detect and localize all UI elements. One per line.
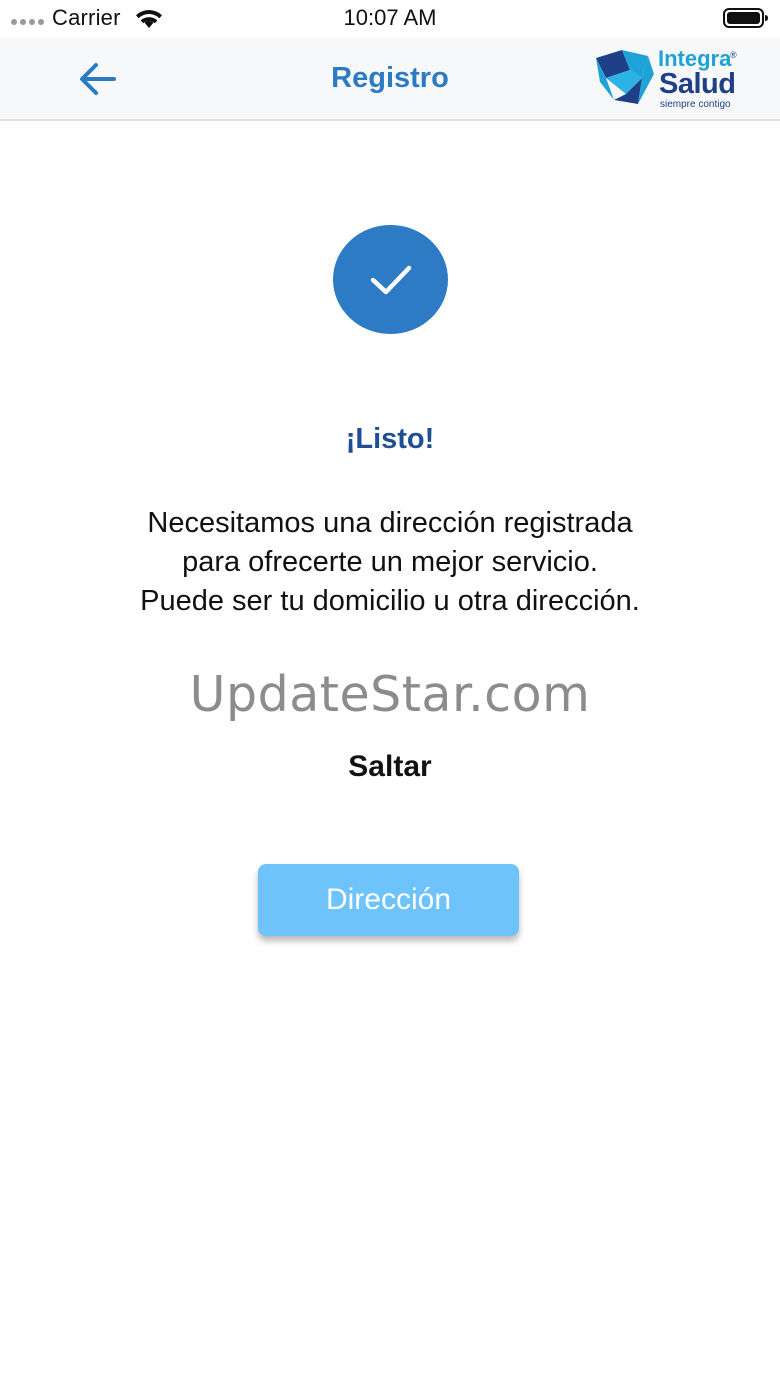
message-line: Puede ser tu domicilio u otra dirección.: [140, 585, 640, 617]
status-bar: Carrier 10:07 AM: [0, 0, 780, 38]
logo-registered-mark: ®: [730, 50, 737, 60]
brand-logo: Integra ® Salud siempre contigo: [592, 46, 742, 112]
address-message: Necesitamos una dirección registrada par…: [60, 504, 720, 621]
message-line: para ofrecerte un mejor servicio.: [182, 546, 598, 578]
watermark-text: UpdateStar.com: [189, 666, 591, 723]
skip-link[interactable]: Saltar: [290, 750, 490, 784]
logo-word-salud: Salud: [659, 68, 736, 100]
message-line: Necesitamos una dirección registrada: [147, 507, 633, 539]
status-time: 10:07 AM: [343, 5, 437, 30]
navigation-bar: Registro Integra ® Salud siempre contigo: [0, 38, 780, 121]
logo-tagline: siempre contigo: [660, 99, 731, 110]
success-heading: ¡Listo!: [345, 423, 435, 455]
logo-word-integra: Integra: [658, 46, 732, 71]
battery-icon: [723, 8, 768, 28]
address-button[interactable]: Dirección: [258, 864, 519, 936]
logo-mark-icon: [596, 50, 654, 104]
checkmark-icon: [370, 265, 411, 294]
success-badge: [333, 225, 448, 334]
